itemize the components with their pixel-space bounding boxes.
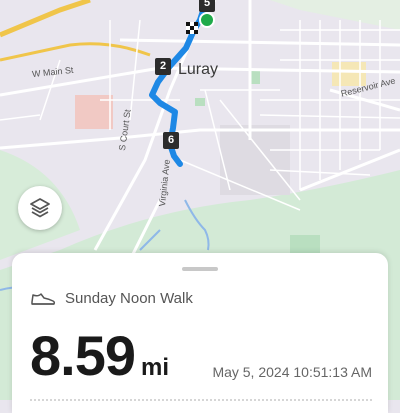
- route-marker-5[interactable]: 5: [199, 0, 215, 12]
- sheet-drag-handle[interactable]: [182, 267, 218, 271]
- layers-button[interactable]: [18, 186, 62, 230]
- activity-sheet[interactable]: Sunday Noon Walk 8.59 mi May 5, 2024 10:…: [12, 253, 388, 413]
- distance-unit: mi: [141, 354, 170, 381]
- distance-display: 8.59 mi: [30, 323, 169, 388]
- route-marker-2[interactable]: 2: [155, 58, 171, 75]
- start-point: [199, 12, 215, 28]
- activity-title: Sunday Noon Walk: [65, 289, 193, 307]
- activity-timestamp: May 5, 2024 10:51:13 AM: [212, 364, 372, 380]
- activity-header: Sunday Noon Walk: [30, 289, 193, 307]
- divider: [30, 399, 372, 401]
- route-marker-6[interactable]: 6: [163, 132, 179, 149]
- layers-icon: [30, 198, 50, 218]
- town-label: Luray: [178, 61, 219, 78]
- shoe-icon: [31, 293, 56, 305]
- distance-value: 8.59: [30, 324, 136, 387]
- finish-flag-icon: [186, 22, 198, 34]
